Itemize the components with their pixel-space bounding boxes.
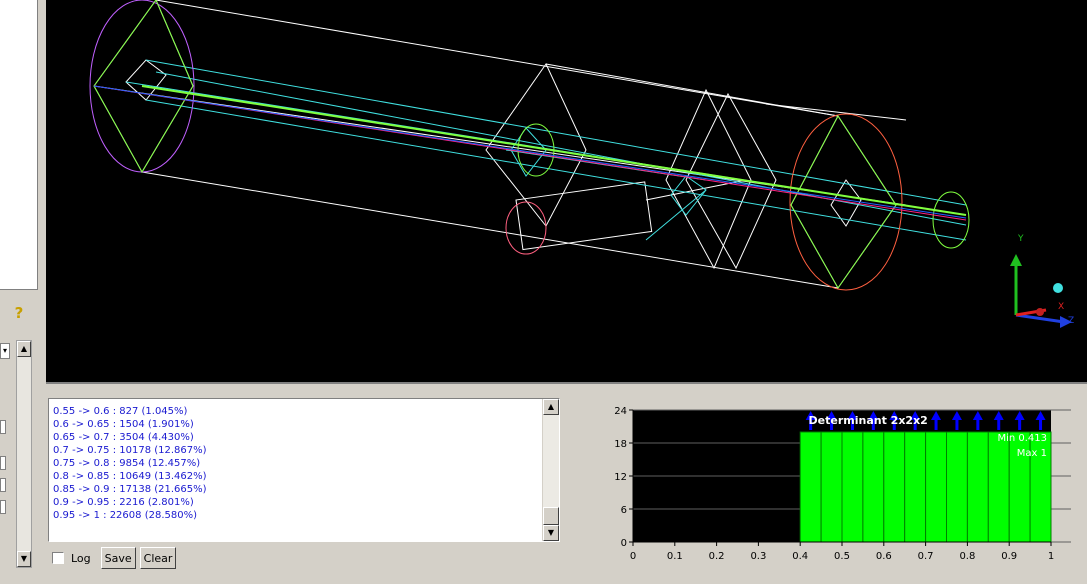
- histogram-bar: [841, 431, 864, 543]
- log-line: 0.7 -> 0.75 : 10178 (12.867%): [53, 445, 207, 456]
- histogram-bar: [925, 431, 948, 543]
- x-tick-label: 0.8: [959, 551, 975, 562]
- x-tick-label: 0.3: [750, 551, 766, 562]
- x-tick-label: 0.2: [709, 551, 725, 562]
- histogram-bar: [966, 431, 989, 543]
- x-tick-label: 0.7: [918, 551, 934, 562]
- histogram-bar: [820, 431, 843, 543]
- y-tick-label: 6: [621, 505, 627, 516]
- help-icon[interactable]: ?: [10, 304, 28, 324]
- left-panel: ? ▾ ▲ ▼: [0, 0, 40, 584]
- left-field[interactable]: [0, 456, 6, 470]
- left-field[interactable]: [0, 420, 6, 434]
- wireframe-model: [89, 0, 1072, 328]
- left-field[interactable]: [0, 478, 6, 492]
- chart-title: Determinant 2x2x2: [809, 414, 928, 427]
- log-lines: 0.55 -> 0.6 : 827 (1.045%) 0.6 -> 0.65 :…: [53, 405, 533, 522]
- axis-gizmo: [1010, 254, 1072, 328]
- log-line: 0.55 -> 0.6 : 827 (1.045%): [53, 406, 188, 417]
- scroll-up-button[interactable]: ▲: [543, 399, 559, 415]
- left-field[interactable]: [0, 500, 6, 514]
- histogram-log[interactable]: 0.55 -> 0.6 : 827 (1.045%) 0.6 -> 0.65 :…: [48, 398, 560, 542]
- scroll-up-button[interactable]: ▲: [17, 341, 31, 357]
- max-label: Max 1: [1017, 448, 1047, 459]
- histogram-bar: [987, 431, 1010, 543]
- log-line: 0.8 -> 0.85 : 10649 (13.462%): [53, 471, 207, 482]
- bottom-panel: 0.55 -> 0.6 : 827 (1.045%) 0.6 -> 0.65 :…: [46, 390, 1087, 584]
- axis-label-z: Z: [1068, 316, 1075, 326]
- x-tick-label: 0.9: [1001, 551, 1017, 562]
- y-tick-label: 24: [614, 406, 627, 417]
- log-line: 0.9 -> 0.95 : 2216 (2.801%): [53, 497, 194, 508]
- histogram-bar: [799, 431, 822, 543]
- 3d-viewport[interactable]: Y X Z: [46, 0, 1087, 384]
- log-line: 0.65 -> 0.7 : 3504 (4.430%): [53, 432, 194, 443]
- log-line: 0.75 -> 0.8 : 9854 (12.457%): [53, 458, 201, 469]
- left-dropdown[interactable]: ▾: [0, 343, 10, 359]
- histogram-bar: [883, 431, 906, 543]
- left-list-area: [0, 0, 38, 290]
- log-controls: Log Save Clear: [52, 546, 177, 570]
- histogram-svg: 0 6 12 18 24 0 0.1 0.2 0.3 0.4 0.5 0.6 0.7 0.8 0.9 1 Det…: [614, 406, 1071, 562]
- histogram-bar: [862, 431, 885, 543]
- x-tick-label: 0.5: [834, 551, 850, 562]
- x-tick-label: 1: [1048, 551, 1054, 562]
- axis-label-y: Y: [1018, 234, 1024, 244]
- x-tick-label: 0.4: [792, 551, 808, 562]
- log-line: 0.95 -> 1 : 22608 (28.580%): [53, 510, 197, 521]
- x-tick-label: 0.1: [667, 551, 683, 562]
- axis-label-x: X: [1058, 302, 1065, 312]
- scroll-down-button[interactable]: ▼: [543, 525, 559, 541]
- log-checkbox-label: Log: [71, 551, 91, 565]
- histogram-bar: [904, 431, 927, 543]
- log-line: 0.85 -> 0.9 : 17138 (21.665%): [53, 484, 207, 495]
- y-tick-label: 18: [614, 439, 627, 450]
- y-tick-label: 12: [614, 472, 627, 483]
- left-scrollbar[interactable]: ▲ ▼: [16, 340, 32, 568]
- min-label: Min 0.413: [997, 433, 1047, 444]
- save-button[interactable]: Save: [100, 547, 136, 569]
- clear-button[interactable]: Clear: [139, 547, 177, 569]
- histogram-bar: [946, 431, 968, 543]
- log-checkbox[interactable]: [52, 552, 64, 564]
- scroll-thumb[interactable]: [543, 507, 559, 525]
- x-tick-label: 0.6: [876, 551, 892, 562]
- log-line: 0.6 -> 0.65 : 1504 (1.901%): [53, 419, 194, 430]
- y-tick-label: 0: [621, 538, 627, 549]
- histogram-chart: 0 6 12 18 24 0 0.1 0.2 0.3 0.4 0.5 0.6 0.7 0.8 0.9 1 Det…: [608, 402, 1087, 584]
- x-tick-label: 0: [630, 551, 636, 562]
- scroll-down-button[interactable]: ▼: [17, 551, 31, 567]
- log-scrollbar[interactable]: ▲ ▼: [542, 399, 559, 541]
